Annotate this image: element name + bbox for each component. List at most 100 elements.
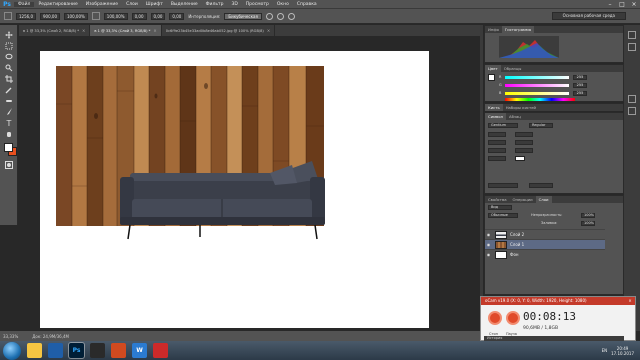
info-panel-icon[interactable] — [628, 31, 636, 39]
eye-icon[interactable]: ◉ — [485, 230, 492, 240]
media-player-icon[interactable] — [48, 343, 63, 358]
color-fg-swatch[interactable] — [488, 74, 495, 81]
text-color-swatch[interactable] — [515, 156, 525, 161]
close-icon[interactable]: × — [628, 0, 640, 9]
opera-icon[interactable] — [153, 343, 168, 358]
hand-tool-icon[interactable] — [5, 130, 13, 138]
tab-paragraph[interactable]: Абзац — [506, 113, 524, 120]
height-field[interactable]: 100,00% — [103, 12, 128, 20]
tab-histogram[interactable]: Гистограмма — [501, 26, 535, 33]
fill-field[interactable]: 100% — [581, 221, 595, 226]
close-icon[interactable]: × — [82, 28, 85, 33]
tracking-field[interactable] — [515, 140, 533, 145]
clock[interactable]: 20:49 17.10.2017 — [611, 346, 634, 356]
tab-character[interactable]: Символ — [485, 113, 506, 120]
link-icon[interactable] — [91, 12, 100, 20]
tab-color[interactable]: Цвет — [485, 65, 501, 72]
tab-actions[interactable]: Операции — [510, 196, 536, 203]
menu-3d[interactable]: 3D — [227, 2, 241, 7]
app-icon[interactable] — [90, 343, 105, 358]
start-button[interactable] — [3, 341, 21, 360]
pause-button[interactable] — [506, 311, 520, 325]
kerning-field[interactable] — [488, 140, 506, 145]
language-indicator[interactable]: EN — [602, 348, 608, 353]
close-icon[interactable]: × — [267, 28, 270, 33]
menu-select[interactable]: Выделение — [167, 2, 202, 7]
y-field[interactable]: 900,00 — [40, 12, 60, 20]
type-tool-icon[interactable]: T — [5, 119, 13, 128]
marquee-tool-icon[interactable] — [5, 42, 13, 50]
quick-select-tool-icon[interactable] — [5, 64, 13, 72]
color-spectrum[interactable] — [505, 98, 575, 101]
vertical-scale-field[interactable] — [488, 148, 506, 153]
menu-edit[interactable]: Редактирование — [34, 2, 81, 7]
tab-brush-presets[interactable]: Наборы кистей — [503, 104, 539, 111]
menu-view[interactable]: Просмотр — [242, 2, 273, 7]
baseline-shift-field[interactable] — [488, 156, 506, 161]
close-icon[interactable]: × — [625, 297, 635, 305]
tab-swatches[interactable]: Образцы — [501, 65, 525, 72]
leading-field[interactable] — [515, 132, 533, 137]
quick-mask-icon[interactable] — [5, 161, 13, 169]
layer-row[interactable]: ◉ Фон — [485, 249, 605, 259]
eye-icon[interactable]: ◉ — [485, 240, 492, 250]
crop-tool-icon[interactable] — [5, 75, 13, 83]
lasso-tool-icon[interactable] — [5, 53, 13, 61]
brush-tool-icon[interactable] — [5, 108, 13, 116]
document-canvas[interactable] — [40, 51, 429, 328]
clone-source-icon[interactable] — [628, 107, 636, 115]
warp-icon[interactable] — [265, 12, 273, 20]
doc-tab-active[interactable]: в 1 @ 33,3% (Слой 3, RGB/8) * × — [90, 25, 162, 36]
angle-field[interactable]: 0,00 — [131, 12, 147, 20]
slider-g[interactable] — [505, 84, 569, 87]
photoshop-taskbar-icon[interactable]: Ps — [69, 343, 84, 358]
menu-layers[interactable]: Слои — [122, 2, 142, 7]
x-field[interactable]: 1256,0 — [16, 12, 36, 20]
layer-row[interactable]: ◉ Слой 2 — [485, 229, 605, 239]
v-skew-field[interactable]: 0,00 — [169, 12, 185, 20]
width-field[interactable]: 100,00% — [64, 12, 88, 20]
slider-r[interactable] — [505, 76, 569, 79]
brush-panel-icon[interactable] — [628, 95, 636, 103]
menu-help[interactable]: Справка — [293, 2, 321, 7]
layer-row-selected[interactable]: ◉ Слой 1 — [485, 239, 605, 249]
ocam-taskbar-icon[interactable] — [111, 343, 126, 358]
interpolation-select[interactable]: Бикубическая — [224, 12, 262, 20]
workspace-select[interactable]: Основная рабочая среда — [551, 12, 626, 20]
menu-filter[interactable]: Фильтр — [202, 2, 228, 7]
eye-icon[interactable]: ◉ — [485, 250, 492, 260]
tab-info[interactable]: Инфо — [485, 26, 502, 33]
word-icon[interactable]: W — [132, 343, 147, 358]
move-tool-icon[interactable] — [4, 12, 12, 20]
blend-mode-select[interactable]: Обычные — [488, 213, 518, 218]
font-size-field[interactable] — [488, 132, 506, 137]
opacity-field[interactable]: 100% — [581, 213, 595, 218]
h-skew-field[interactable]: 0,00 — [150, 12, 166, 20]
layer-filter-select[interactable]: Вид — [488, 205, 512, 210]
ocam-titlebar[interactable]: oCam v19.0 (X: 0, Y: 0, Width: 1920, Hei… — [481, 297, 635, 305]
zoom-level[interactable]: 33,33% — [3, 334, 18, 339]
tab-properties[interactable]: Свойства — [485, 196, 510, 203]
eyedropper-tool-icon[interactable] — [5, 86, 13, 94]
doc-tab[interactable]: 0c6f9e23b45e33ad0b8e46ab052.jpg @ 100% (… — [162, 25, 276, 36]
tab-brush[interactable]: Кисть — [485, 104, 503, 111]
panel-divider[interactable] — [480, 25, 483, 331]
close-icon[interactable]: × — [153, 28, 156, 33]
value-g[interactable]: 255 — [573, 83, 587, 88]
minimize-icon[interactable]: – — [604, 0, 616, 9]
menu-image[interactable]: Изображение — [82, 2, 122, 7]
font-style-select[interactable]: Regular — [529, 123, 553, 128]
cancel-transform-icon[interactable] — [276, 12, 284, 20]
doc-tab[interactable]: в 1 @ 33,3% (Слой 2, RGB/8) * × — [19, 25, 91, 36]
healing-brush-tool-icon[interactable] — [5, 97, 13, 105]
explorer-icon[interactable] — [27, 343, 42, 358]
maximize-icon[interactable]: □ — [616, 0, 628, 9]
commit-transform-icon[interactable] — [287, 12, 295, 20]
slider-b[interactable] — [505, 92, 569, 95]
menu-window[interactable]: Окно — [273, 2, 293, 7]
canvas-area[interactable] — [19, 36, 480, 331]
move-tool-icon[interactable] — [5, 31, 13, 39]
value-r[interactable]: 255 — [573, 75, 587, 80]
stop-button[interactable] — [488, 311, 502, 325]
menu-file[interactable]: Файл — [14, 1, 35, 7]
